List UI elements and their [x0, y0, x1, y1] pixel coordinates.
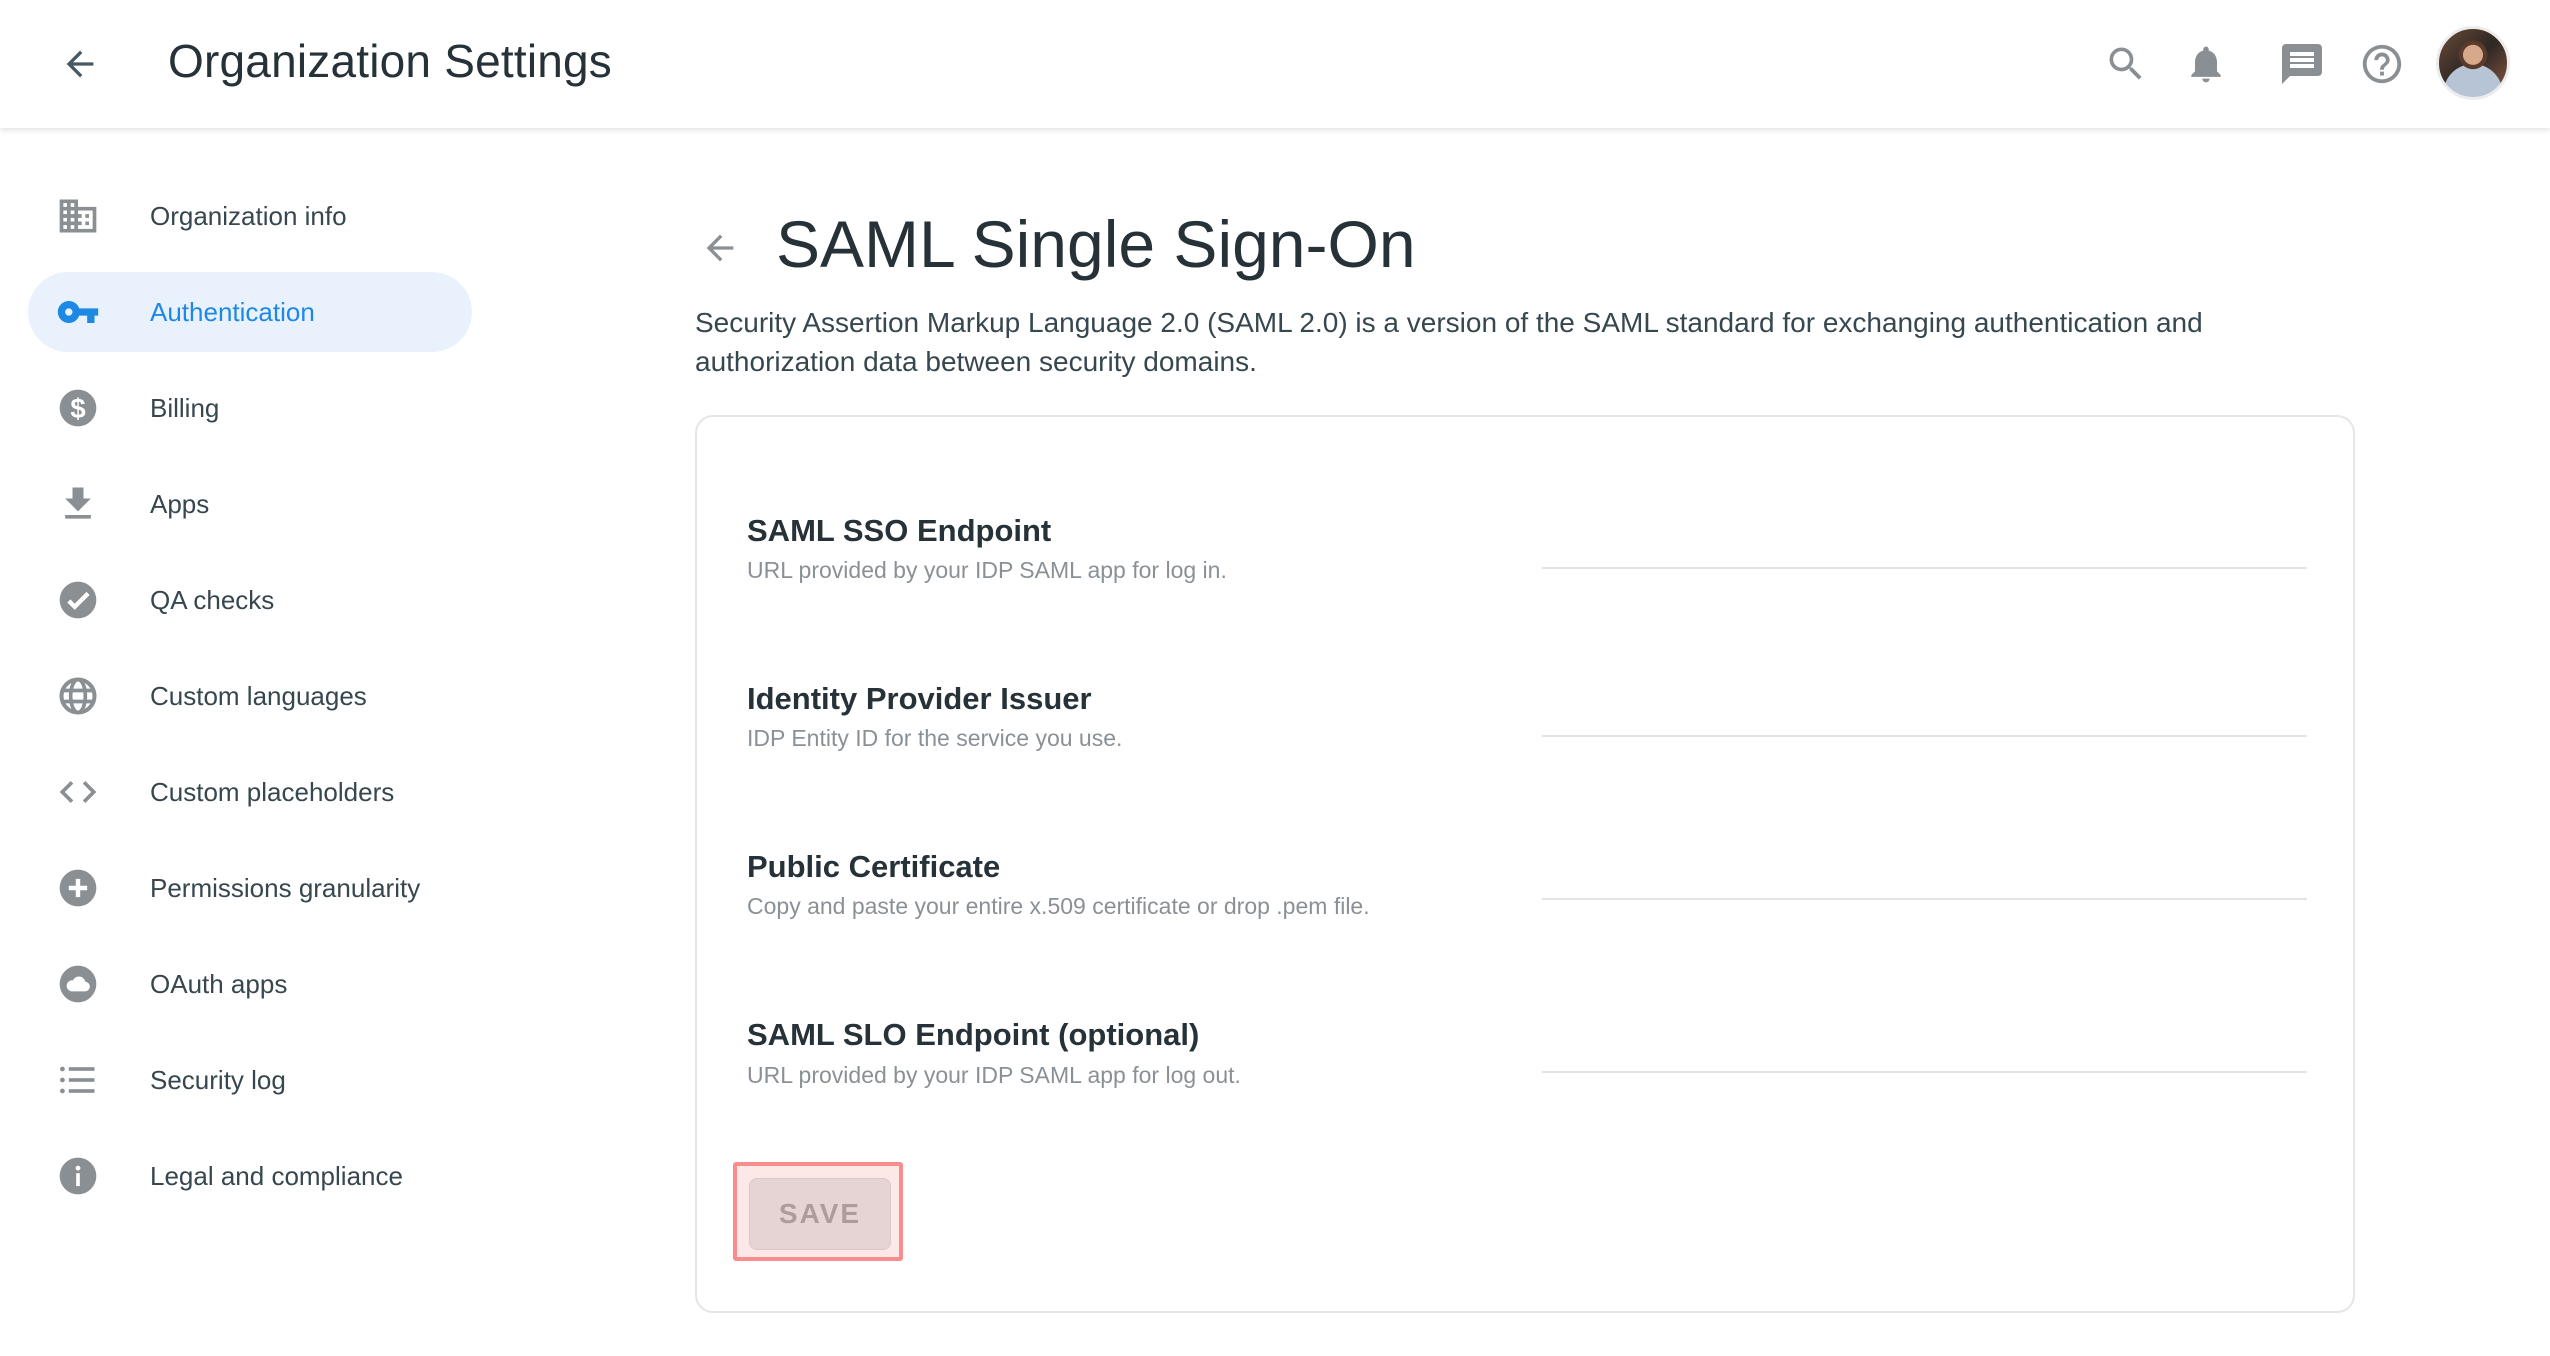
search-icon: [2109, 47, 2142, 80]
back-button[interactable]: [56, 40, 104, 88]
save-button[interactable]: SAVE: [749, 1178, 891, 1250]
notifications-button[interactable]: [2178, 36, 2234, 92]
key-icon: [56, 290, 100, 334]
field-help-slo-endpoint: URL provided by your IDP SAML app for lo…: [747, 1062, 1241, 1088]
cloud-icon: [56, 962, 100, 1006]
sidebar-item-label: Organization info: [150, 200, 347, 231]
sso-endpoint-input[interactable]: [1542, 521, 2307, 569]
bell-icon: [2191, 46, 2221, 83]
field-help-idp-issuer: IDP Entity ID for the service you use.: [747, 725, 1123, 751]
field-help-sso-endpoint: URL provided by your IDP SAML app for lo…: [747, 557, 1227, 583]
plus-circle-icon: [56, 866, 100, 910]
saml-settings-card: SAML SSO Endpoint URL provided by your I…: [695, 415, 2355, 1313]
chat-icon: [2282, 44, 2322, 84]
help-circle-icon: [2362, 44, 2402, 84]
sidebar-item-label: Billing: [150, 392, 220, 423]
dollar-icon: $: [56, 386, 100, 430]
sidebar-item-label: QA checks: [150, 584, 275, 615]
public-certificate-input[interactable]: [1542, 852, 2307, 900]
top-app-bar: Organization Settings: [0, 0, 2550, 128]
sidebar-item-security-log[interactable]: Security log: [28, 1040, 472, 1120]
sidebar-item-permissions-granularity[interactable]: Permissions granularity: [28, 848, 472, 928]
app-title: Organization Settings: [168, 35, 613, 87]
slo-endpoint-input[interactable]: [1542, 1025, 2307, 1073]
idp-issuer-input[interactable]: [1542, 689, 2307, 737]
sidebar-item-label: OAuth apps: [150, 968, 288, 999]
sidebar-item-label: Custom languages: [150, 680, 367, 711]
field-label-public-certificate: Public Certificate: [747, 849, 1001, 884]
sidebar-item-label: Permissions granularity: [150, 872, 421, 903]
sidebar-item-label: Authentication: [150, 296, 315, 327]
svg-text:$: $: [70, 393, 85, 424]
field-label-slo-endpoint: SAML SLO Endpoint (optional): [747, 1017, 1200, 1052]
save-button-highlight: SAVE: [733, 1162, 903, 1261]
sidebar-item-custom-languages[interactable]: Custom languages: [28, 656, 472, 736]
sidebar-item-label: Custom placeholders: [150, 776, 395, 807]
page-description: Security Assertion Markup Language 2.0 (…: [695, 307, 2203, 377]
sidebar-item-label: Apps: [150, 488, 210, 519]
list-icon: [56, 1058, 100, 1102]
messages-button[interactable]: [2274, 36, 2330, 92]
sidebar-item-billing[interactable]: $ Billing: [28, 368, 472, 448]
sidebar-item-label: Legal and compliance: [150, 1160, 403, 1191]
arrow-back-icon: [706, 234, 734, 262]
globe-icon: [56, 674, 100, 718]
user-avatar[interactable]: [2436, 26, 2510, 100]
field-label-sso-endpoint: SAML SSO Endpoint: [747, 513, 1052, 548]
page-back-button[interactable]: [694, 222, 746, 274]
field-help-public-certificate: Copy and paste your entire x.509 certifi…: [747, 893, 1370, 919]
sidebar-item-apps[interactable]: Apps: [28, 464, 472, 544]
sidebar-item-legal-and-compliance[interactable]: Legal and compliance: [28, 1136, 472, 1216]
sidebar-item-qa-checks[interactable]: QA checks: [28, 560, 472, 640]
building-icon: [56, 194, 100, 238]
sidebar-item-oauth-apps[interactable]: OAuth apps: [28, 944, 472, 1024]
check-circle-icon: [56, 578, 100, 622]
arrow-back-icon: [66, 50, 94, 78]
download-icon: [56, 482, 100, 526]
help-button[interactable]: [2354, 36, 2410, 92]
sidebar-item-authentication[interactable]: Authentication: [28, 272, 472, 352]
sidebar-item-custom-placeholders[interactable]: Custom placeholders: [28, 752, 472, 832]
sidebar-item-organization-info[interactable]: Organization info: [28, 176, 472, 256]
info-icon: [56, 1154, 100, 1198]
field-label-idp-issuer: Identity Provider Issuer: [747, 681, 1092, 716]
search-button[interactable]: [2098, 36, 2154, 92]
sidebar-item-label: Security log: [150, 1064, 286, 1095]
page-title: SAML Single Sign-On: [776, 207, 1416, 281]
code-icon: [56, 770, 100, 814]
